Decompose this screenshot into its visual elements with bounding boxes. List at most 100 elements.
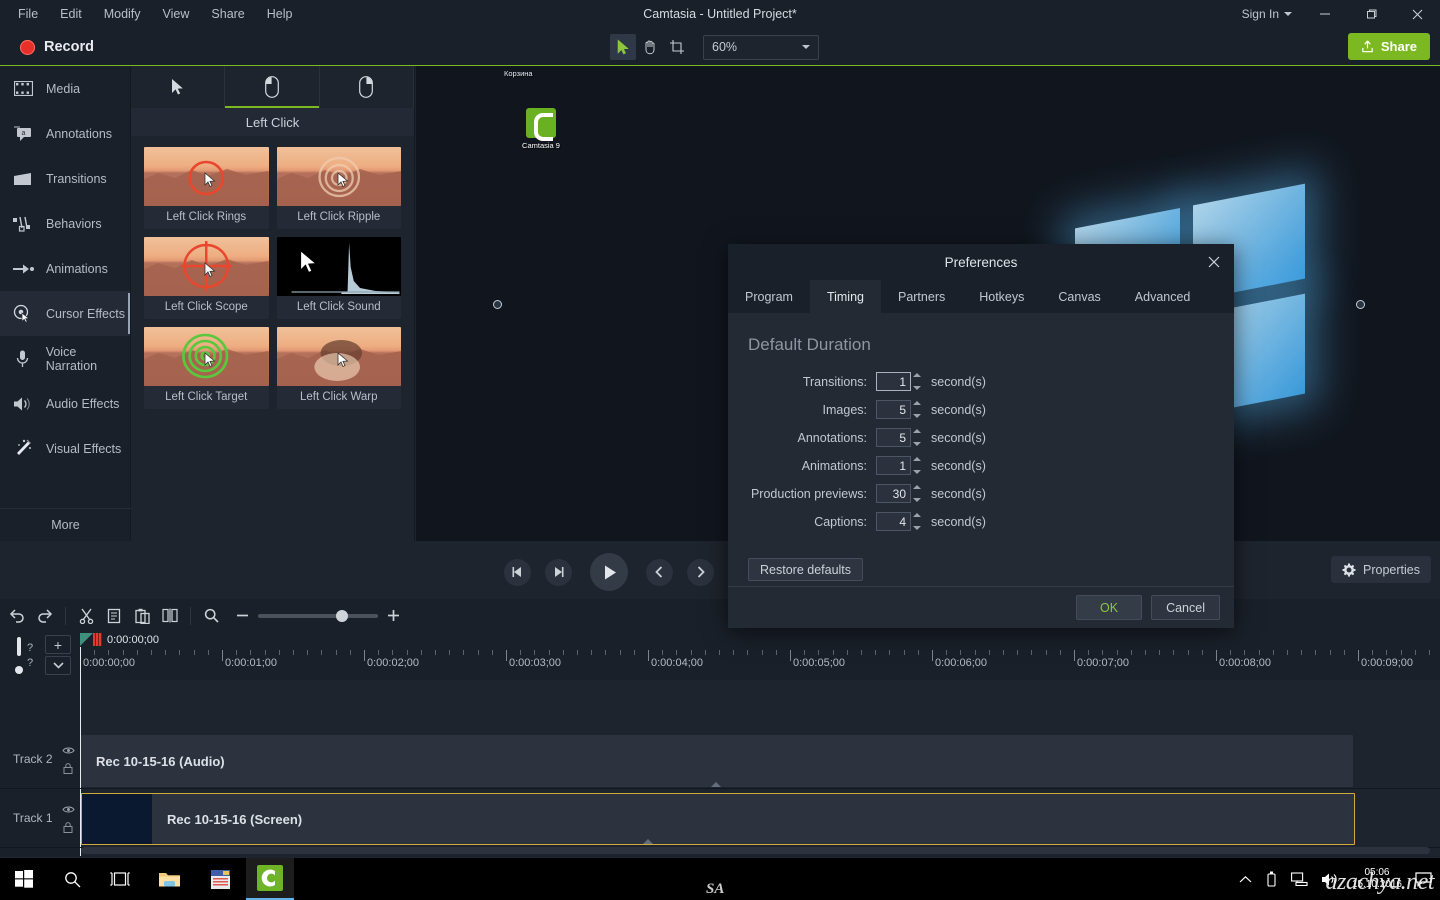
- menu-share[interactable]: Share: [201, 3, 254, 25]
- eye-icon[interactable]: [62, 746, 75, 755]
- timeline-clip[interactable]: Rec 10-15-16 (Audio): [81, 735, 1353, 787]
- annotations-input[interactable]: [876, 428, 911, 447]
- effect-card[interactable]: Left Click Rings: [144, 147, 269, 229]
- tab-partners[interactable]: Partners: [881, 280, 962, 313]
- sidebar-item-transitions[interactable]: Transitions: [0, 156, 130, 201]
- desktop-camtasia-icon[interactable]: Camtasia 9: [511, 108, 571, 150]
- spinner-images[interactable]: [876, 400, 922, 419]
- timeline-ruler[interactable]: 0:00:00;00 0:00:00;00 0:00:01;00 0:00:02;0…: [80, 632, 1440, 680]
- effect-card[interactable]: Left Click Warp: [276, 327, 401, 409]
- spinner-down-icon[interactable]: [913, 414, 921, 418]
- timeline-clip[interactable]: Rec 10-15-16 (Screen): [81, 793, 1355, 845]
- share-button[interactable]: Share: [1347, 33, 1430, 60]
- cancel-button[interactable]: Cancel: [1151, 595, 1220, 620]
- clip-expand-arrow-icon[interactable]: [710, 782, 722, 787]
- previous-frame-button[interactable]: [504, 558, 531, 586]
- tab-timing[interactable]: Timing: [809, 280, 881, 313]
- copy-button[interactable]: [101, 603, 127, 628]
- spinner-captions[interactable]: [876, 512, 922, 531]
- spinner-up-icon[interactable]: [913, 373, 921, 377]
- timeline-zoom-slider[interactable]: [236, 609, 400, 622]
- sidebar-item-cursor-effects[interactable]: Cursor Effects: [0, 291, 130, 336]
- playhead-handle-icon[interactable]: [93, 633, 102, 646]
- animations-input[interactable]: [876, 456, 911, 475]
- sidebar-item-voice-narration[interactable]: Voice Narration: [0, 336, 130, 381]
- images-input[interactable]: [876, 400, 911, 419]
- spinner-arrows[interactable]: [911, 512, 922, 531]
- chevron-up-icon[interactable]: [1239, 875, 1252, 884]
- minimize-button[interactable]: [1302, 0, 1348, 28]
- sidebar-item-visual-effects[interactable]: Visual Effects: [0, 426, 130, 471]
- transitions-input[interactable]: [876, 372, 911, 391]
- sign-in-button[interactable]: Sign In: [1232, 7, 1302, 21]
- spinner-arrows[interactable]: [911, 372, 922, 391]
- spinner-transitions[interactable]: [876, 372, 922, 391]
- start-button[interactable]: [0, 858, 48, 900]
- redo-button[interactable]: [32, 603, 58, 628]
- spinner-up-icon[interactable]: [913, 457, 921, 461]
- tab-hotkeys[interactable]: Hotkeys: [962, 280, 1041, 313]
- undo-button[interactable]: [4, 603, 30, 628]
- paste-button[interactable]: [129, 603, 155, 628]
- spinner-down-icon[interactable]: [913, 442, 921, 446]
- sidebar-item-media[interactable]: Media: [0, 66, 130, 111]
- file-explorer-button[interactable]: [146, 858, 194, 900]
- spinner-arrows[interactable]: [911, 484, 922, 503]
- plus-icon[interactable]: [387, 609, 400, 622]
- tab-program[interactable]: Program: [728, 280, 810, 313]
- split-button[interactable]: [157, 603, 183, 628]
- timeline-horizontal-scrollbar[interactable]: [81, 847, 1430, 854]
- maximize-button[interactable]: [1348, 0, 1394, 28]
- playhead-marker[interactable]: 0:00:00;00: [80, 632, 159, 647]
- spinner-production-previews[interactable]: [876, 484, 922, 503]
- tab-cursor[interactable]: [131, 66, 226, 108]
- close-button[interactable]: [1394, 0, 1440, 28]
- track-row[interactable]: Track 2 Rec 10-15-16 (Audio): [0, 733, 1440, 789]
- effect-card[interactable]: Left Click Sound: [276, 237, 401, 319]
- collapse-tracks-button[interactable]: [45, 656, 71, 675]
- effect-card[interactable]: Left Click Target: [144, 327, 269, 409]
- tab-canvas[interactable]: Canvas: [1041, 280, 1117, 313]
- next-marker-button[interactable]: [687, 558, 714, 586]
- spinner-arrows[interactable]: [911, 456, 922, 475]
- next-frame-button[interactable]: [545, 558, 572, 586]
- prev-marker-button[interactable]: [646, 558, 673, 586]
- spinner-up-icon[interactable]: [913, 429, 921, 433]
- zoom-magnifier-icon-button[interactable]: [198, 603, 224, 628]
- sidebar-item-animations[interactable]: Animations: [0, 246, 130, 291]
- tab-advanced[interactable]: Advanced: [1118, 280, 1208, 313]
- canvas-handle-left[interactable]: [493, 300, 502, 309]
- spinner-up-icon[interactable]: [913, 513, 921, 517]
- spinner-animations[interactable]: [876, 456, 922, 475]
- task-view-button[interactable]: [96, 858, 144, 900]
- network-icon[interactable]: [1290, 872, 1308, 886]
- notifications-icon[interactable]: [1415, 871, 1432, 887]
- crop-tool-button[interactable]: [664, 34, 690, 60]
- spinner-up-icon[interactable]: [913, 401, 921, 405]
- select-tool-button[interactable]: [610, 34, 636, 60]
- lock-icon[interactable]: [63, 822, 73, 833]
- production-previews-input[interactable]: [876, 484, 911, 503]
- cut-button[interactable]: [73, 603, 99, 628]
- search-button[interactable]: [48, 858, 96, 900]
- clip-expand-arrow-icon[interactable]: [642, 839, 654, 844]
- camtasia-taskbar-button[interactable]: [246, 858, 294, 900]
- add-track-button[interactable]: +: [45, 635, 71, 654]
- spinner-down-icon[interactable]: [913, 386, 921, 390]
- tab-left-click[interactable]: [225, 66, 320, 108]
- eye-icon[interactable]: [62, 805, 75, 814]
- menu-modify[interactable]: Modify: [94, 3, 151, 25]
- menu-view[interactable]: View: [153, 3, 200, 25]
- dialog-close-button[interactable]: [1200, 248, 1228, 276]
- tab-right-click[interactable]: [320, 66, 414, 108]
- menu-file[interactable]: File: [8, 3, 48, 25]
- store-button[interactable]: [196, 858, 244, 900]
- menu-edit[interactable]: Edit: [50, 3, 92, 25]
- hand-tool-button[interactable]: [637, 34, 663, 60]
- spinner-annotations[interactable]: [876, 428, 922, 447]
- minus-icon[interactable]: [236, 609, 249, 622]
- spinner-down-icon[interactable]: [913, 498, 921, 502]
- track-row[interactable]: Track 1 Rec 10-15-16 (Screen): [0, 790, 1440, 848]
- zoom-level-select[interactable]: 60%: [703, 34, 819, 60]
- volume-icon[interactable]: [1321, 872, 1339, 887]
